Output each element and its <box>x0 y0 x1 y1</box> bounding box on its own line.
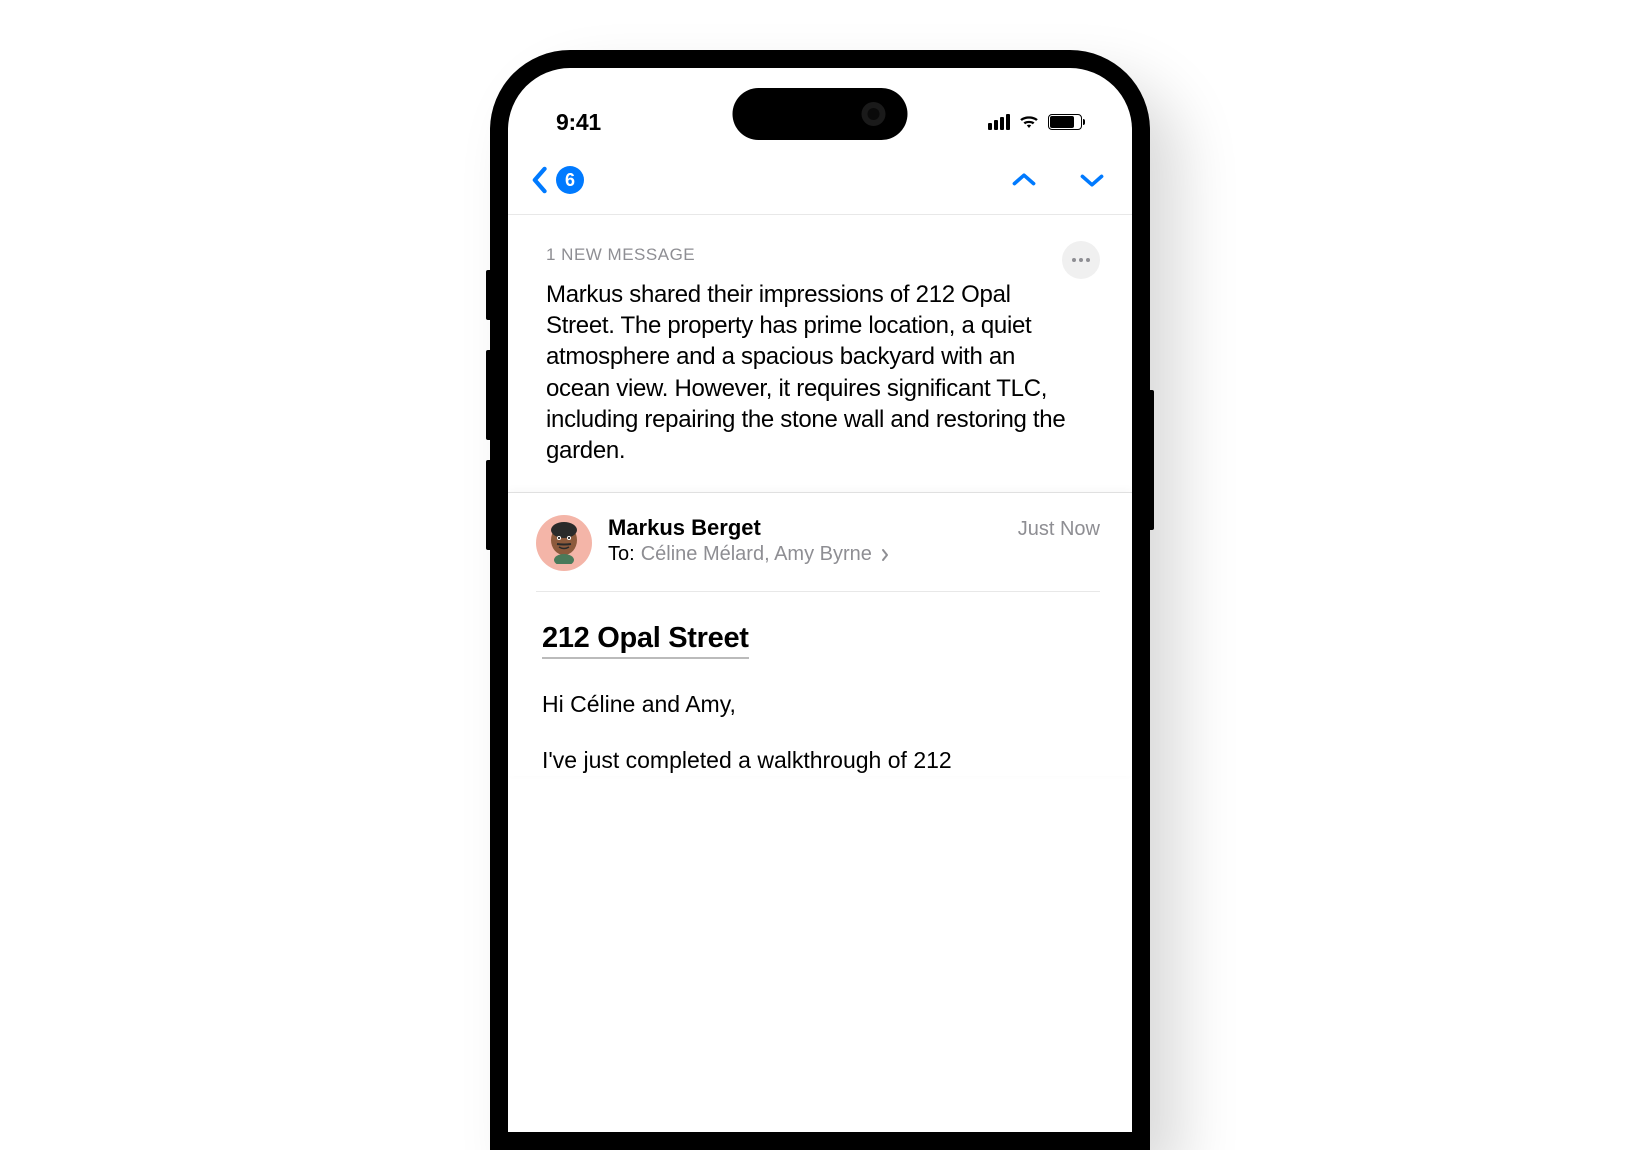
sender-info: Markus Berget Just Now To: Céline Mélard… <box>608 515 1100 566</box>
silence-switch <box>486 270 490 320</box>
cellular-signal-icon <box>988 114 1010 130</box>
email-subject: 212 Opal Street <box>542 622 749 659</box>
phone-frame: 9:41 6 <box>490 50 1150 1150</box>
message-section: Markus Berget Just Now To: Céline Mélard… <box>508 492 1132 776</box>
summary-section: 1 NEW MESSAGE Markus shared their impres… <box>508 215 1132 492</box>
nav-arrows <box>1012 172 1104 188</box>
recipients: Céline Mélard, Amy Byrne <box>641 543 872 566</box>
sender-avatar <box>536 515 592 571</box>
chevron-down-icon[interactable] <box>1080 172 1104 188</box>
status-time: 9:41 <box>556 109 601 136</box>
volume-up-button <box>486 350 490 440</box>
timestamp: Just Now <box>1018 518 1100 541</box>
phone-screen: 9:41 6 <box>508 68 1132 1132</box>
status-icons <box>988 114 1082 130</box>
message-header[interactable]: Markus Berget Just Now To: Céline Mélard… <box>536 515 1100 592</box>
more-dots-icon <box>1072 258 1090 262</box>
more-button[interactable] <box>1062 241 1100 279</box>
back-button[interactable]: 6 <box>530 166 584 194</box>
dynamic-island <box>733 88 908 140</box>
power-button <box>1150 390 1154 530</box>
chevron-up-icon[interactable] <box>1012 172 1036 188</box>
recipients-row[interactable]: To: Céline Mélard, Amy Byrne <box>608 543 1100 566</box>
wifi-icon <box>1018 114 1040 130</box>
chevron-right-icon <box>880 548 890 562</box>
camera-dot <box>862 102 886 126</box>
chevron-left-icon <box>530 166 548 194</box>
email-body: 212 Opal Street Hi Céline and Amy, I've … <box>536 592 1100 776</box>
summary-text: Markus shared their impressions of 212 O… <box>546 279 1100 466</box>
email-greeting: Hi Céline and Amy, <box>542 691 1094 718</box>
to-label: To: <box>608 543 635 566</box>
sender-name: Markus Berget <box>608 515 761 541</box>
battery-icon <box>1048 114 1082 130</box>
summary-label: 1 NEW MESSAGE <box>546 245 695 265</box>
unread-badge: 6 <box>556 166 584 194</box>
volume-down-button <box>486 460 490 550</box>
email-content: I've just completed a walkthrough of 212 <box>542 746 1094 776</box>
nav-bar: 6 <box>508 148 1132 215</box>
